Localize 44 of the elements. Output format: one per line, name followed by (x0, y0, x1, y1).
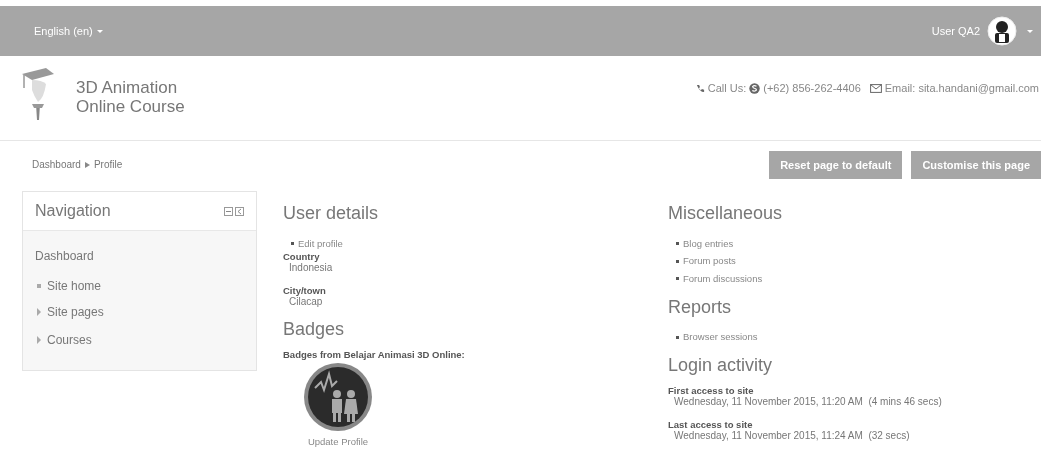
field-label: Last access to site (668, 419, 754, 430)
breadcrumb-item: Profile (93, 159, 123, 170)
user-menu[interactable]: User QA2 (931, 16, 1033, 46)
badge-name[interactable]: Update Profile (307, 435, 369, 447)
profile-link[interactable]: Edit profile (291, 236, 343, 251)
section-heading: Reports (668, 296, 733, 318)
profile-link[interactable]: Forum posts (676, 254, 736, 268)
phone-number: (+62) 856-262-4406 (763, 82, 861, 94)
separator-icon (84, 161, 90, 168)
section-heading: Badges (283, 318, 346, 340)
field-label: Badges from Belajar Animasi 3D Online: (283, 348, 466, 360)
profile-link[interactable]: Blog entries (676, 236, 734, 251)
nav-item[interactable]: Site home (35, 277, 102, 295)
chat-icon (749, 82, 761, 94)
profile-link[interactable]: Browser sessions (676, 330, 758, 344)
nav-item[interactable]: Dashboard (35, 247, 94, 265)
phone-icon (695, 83, 705, 93)
field-value: Cilacap (289, 295, 323, 307)
field-label: City/town (283, 284, 327, 296)
site-name[interactable]: 3D Animation Online Course (76, 78, 185, 116)
field-label: First access to site (668, 385, 755, 396)
field-value: Wednesday, 11 November 2015, 11:24 AM (32 secs) (673, 430, 911, 441)
minimize-icon[interactable] (224, 206, 233, 216)
field-value: Wednesday, 11 November 2015, 11:20 AM (4 mins 46 secs) (673, 396, 943, 407)
field-label: Country (283, 250, 321, 262)
email-text: Email: sita.handani@gmail.com (884, 82, 1039, 94)
page-button[interactable]: Reset page to default (769, 150, 903, 179)
breadcrumb-item[interactable]: Dashboard (32, 159, 81, 170)
graduate-icon (20, 66, 56, 120)
nav-item[interactable]: Site pages (35, 303, 104, 321)
dock-icon[interactable] (235, 206, 244, 216)
avatar-icon (987, 16, 1017, 46)
section-heading: User details (283, 203, 380, 224)
page-button[interactable]: Customise this page (911, 150, 1041, 179)
block-title: Navigation (35, 202, 111, 220)
field-value: Indonesia (289, 261, 334, 273)
envelope-icon (869, 83, 882, 93)
section-heading: Miscellaneous (668, 203, 784, 224)
nav-item[interactable]: Courses (35, 331, 92, 349)
call-label: Call Us: (707, 82, 747, 94)
language-menu[interactable]: English (en) (34, 25, 103, 37)
section-heading: Login activity (668, 355, 774, 376)
profile-link[interactable]: Forum discussions (676, 271, 763, 286)
badge-icon[interactable] (303, 361, 373, 432)
